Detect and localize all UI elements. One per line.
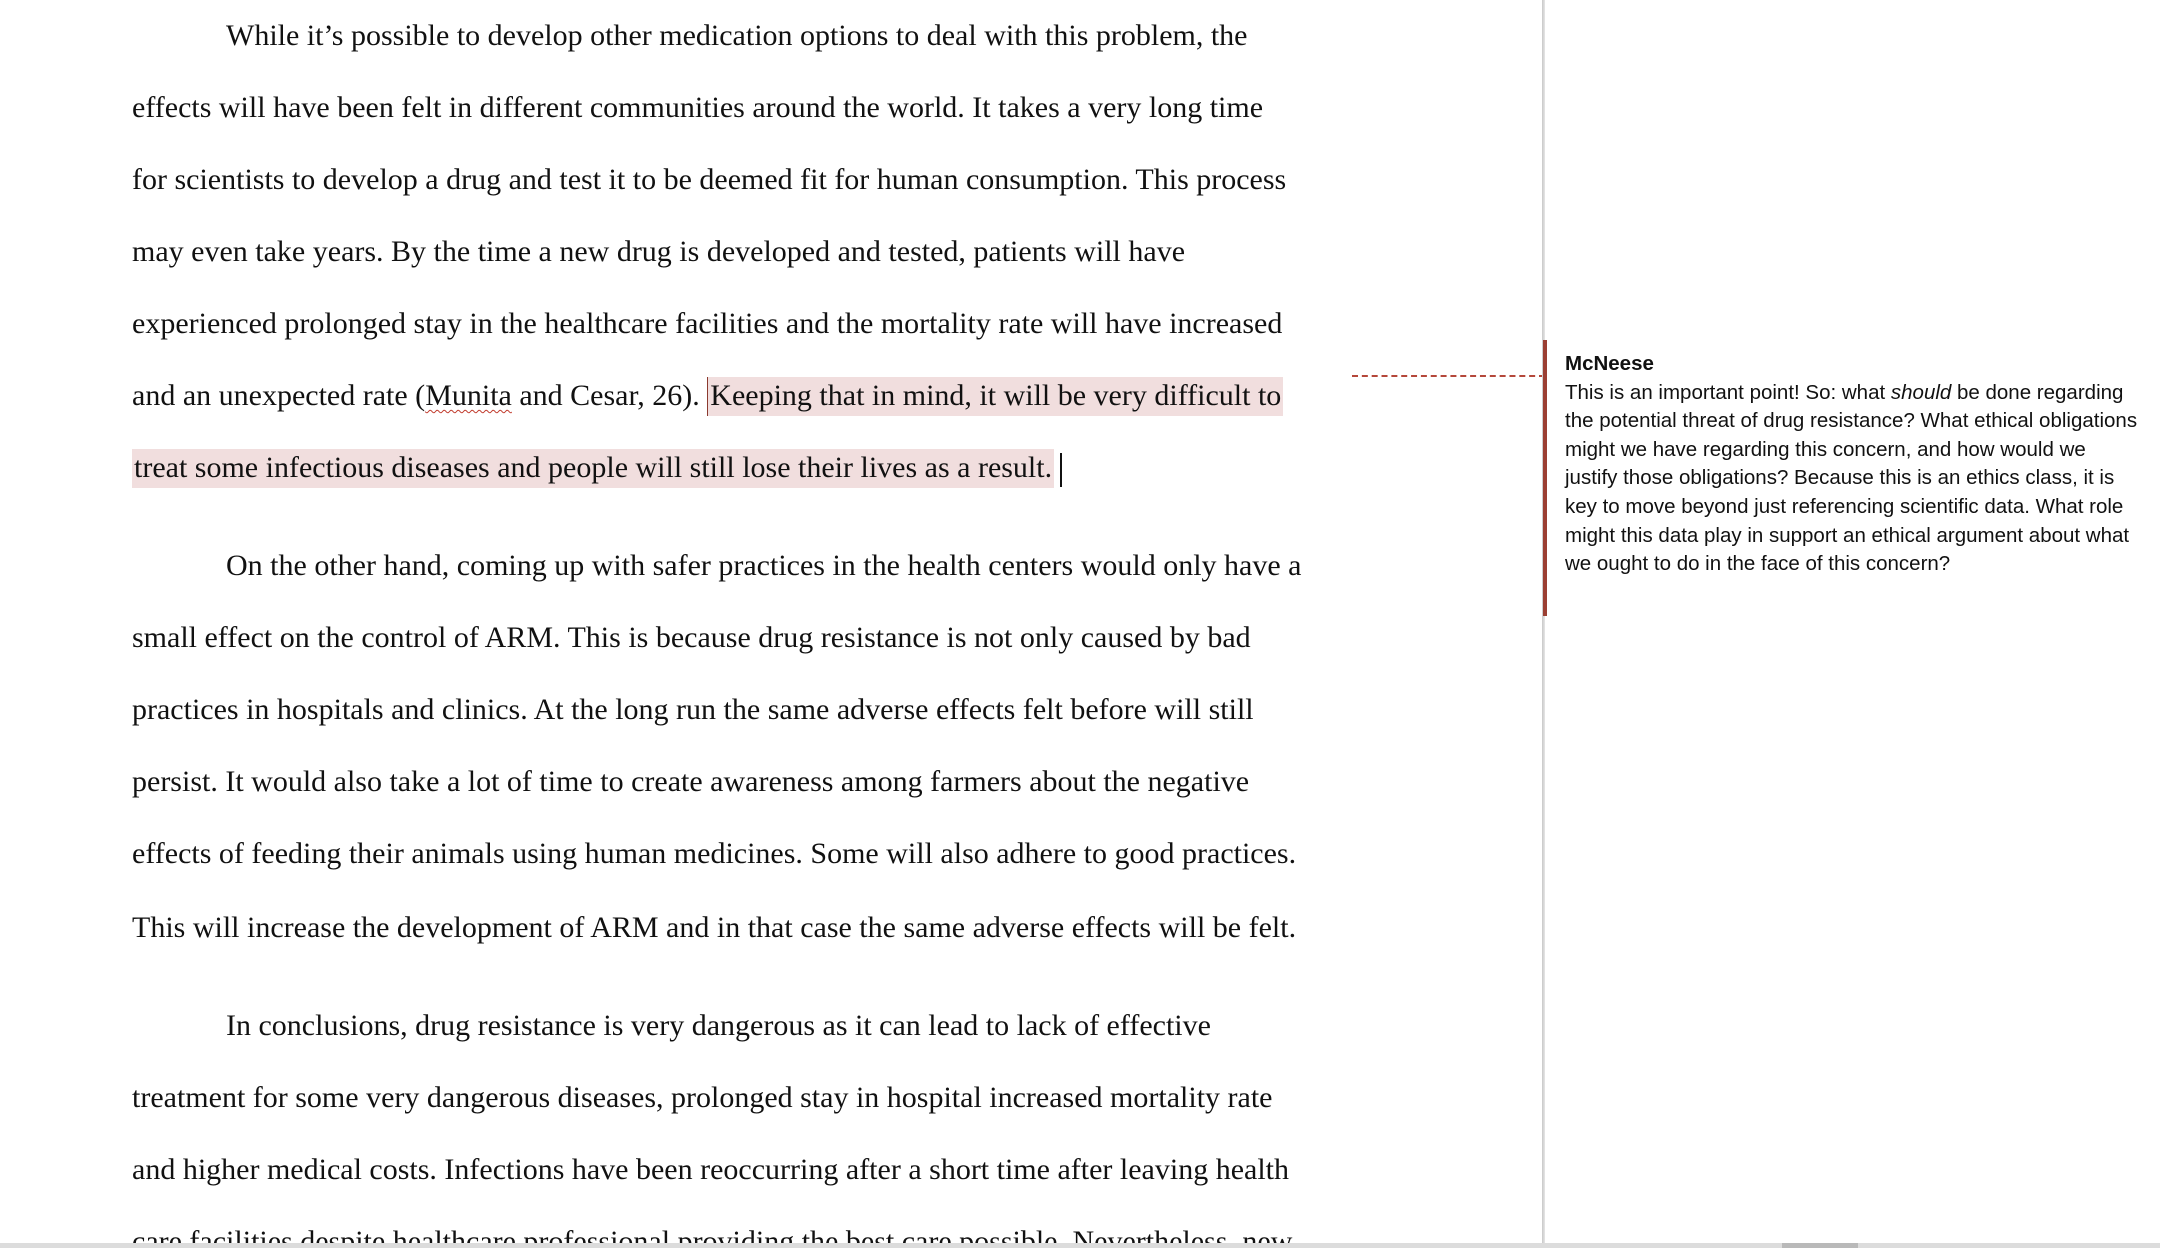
comment-emphasis: should <box>1890 380 1952 404</box>
paragraph-line: This will increase the development of AR… <box>132 911 1297 944</box>
paragraph-line: and higher medical costs. Infections hav… <box>132 1153 1290 1186</box>
paragraph-line: and an unexpected rate (Munita and Cesar… <box>132 376 1284 416</box>
paragraph-line: may even take years. By the time a new d… <box>132 235 1186 268</box>
markup-pane <box>1545 0 2160 1245</box>
text-cursor <box>1060 453 1063 488</box>
paragraph-line: for scientists to develop a drug and tes… <box>132 163 1287 196</box>
paragraph-line: experienced prolonged stay in the health… <box>132 307 1283 340</box>
spelling-flagged-word[interactable]: Munita <box>425 379 512 412</box>
paragraph-line: While it’s possible to develop other med… <box>226 19 1248 52</box>
text-run: and an unexpected rate ( <box>132 379 426 412</box>
paragraph-line: effects will have been felt in different… <box>132 91 1264 124</box>
comment-text: This is an important point! So: what <box>1565 380 1891 404</box>
paragraph-line: small effect on the control of ARM. This… <box>132 621 1251 654</box>
comment-text: be done regarding the potential threat o… <box>1565 380 2138 576</box>
text-run: and Cesar, 26). <box>511 379 708 412</box>
paragraph-line: On the other hand, coming up with safer … <box>226 549 1302 582</box>
commented-text-highlight[interactable]: treat some infectious diseases and peopl… <box>132 449 1055 488</box>
paragraph-line: In conclusions, drug resistance is very … <box>226 1009 1211 1042</box>
paragraph-line: treat some infectious diseases and peopl… <box>132 448 1063 488</box>
comment-leader-line <box>1352 375 1545 377</box>
document-page[interactable]: While it’s possible to develop other med… <box>0 0 1542 1245</box>
comment-author: McNeese <box>1565 352 1654 375</box>
paragraph-line: practices in hospitals and clinics. At t… <box>132 693 1254 726</box>
paragraph-line: persist. It would also take a lot of tim… <box>132 765 1250 798</box>
comment-body: This is an important point! So: what sho… <box>1565 379 2141 579</box>
paragraph-line: treatment for some very dangerous diseas… <box>132 1081 1273 1114</box>
comment-balloon[interactable]: McNeese This is an important point! So: … <box>1543 340 2141 616</box>
scrollbar-thumb[interactable] <box>1782 1243 1858 1248</box>
paragraph-line: effects of feeding their animals using h… <box>132 837 1297 870</box>
paragraph-line: care facilities despite healthcare profe… <box>132 1225 1293 1245</box>
commented-text-highlight[interactable]: Keeping that in mind, it will be very di… <box>707 377 1284 416</box>
